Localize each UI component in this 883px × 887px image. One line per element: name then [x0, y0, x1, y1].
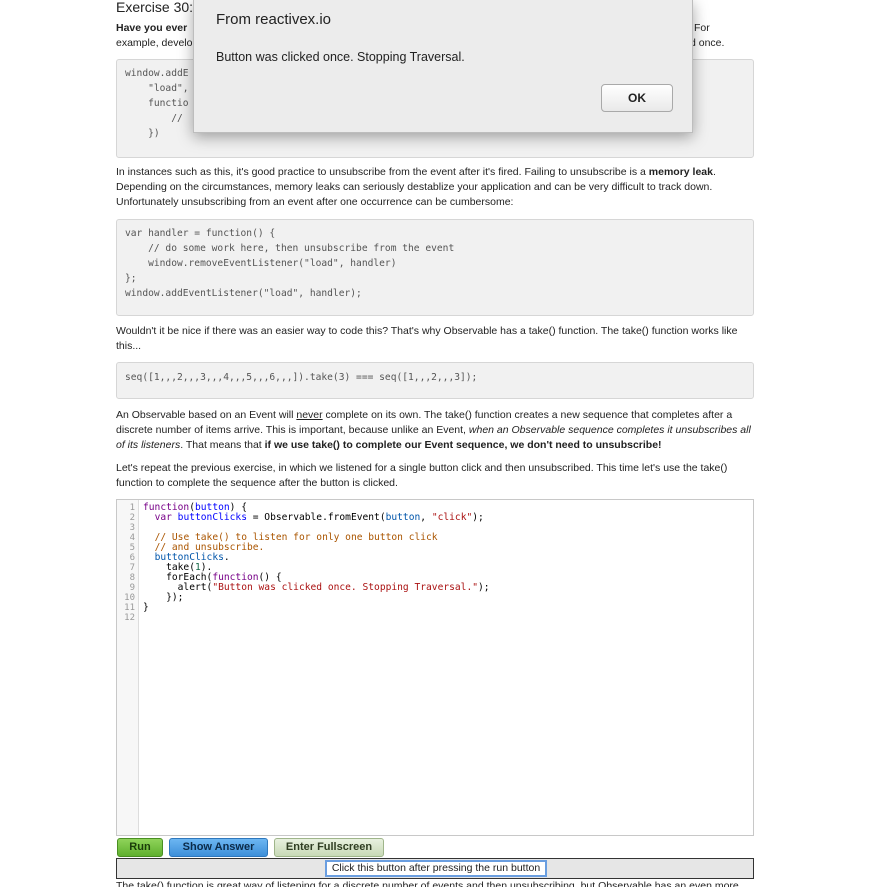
dialog-ok-button[interactable]: OK	[601, 84, 673, 112]
line-number: 11	[124, 603, 135, 613]
intro-bold: Have you ever	[116, 22, 188, 34]
para2-text-1: In instances such as this, it's good pra…	[116, 166, 649, 178]
paragraph-memory-leak: In instances such as this, it's good pra…	[116, 165, 754, 210]
code1-line: "load",	[125, 83, 189, 94]
line-number: 2	[129, 513, 135, 523]
editor-code[interactable]: function(button) { var buttonClicks = Ob…	[143, 503, 490, 613]
intro-right-1: For	[694, 22, 710, 34]
code-block-2: var handler = function() { // do some wo…	[116, 219, 754, 316]
output-area: Click this button after pressing the run…	[116, 858, 754, 879]
code-block-3: seq([1,,,2,,,3,,,4,,,5,,,6,,,]).take(3) …	[116, 362, 754, 399]
enter-fullscreen-button[interactable]: Enter Fullscreen	[274, 838, 384, 857]
dialog-message: Button was clicked once. Stopping Traver…	[216, 50, 465, 64]
para2-bold: memory leak	[648, 166, 713, 178]
line-number: 6	[129, 553, 135, 563]
line-number: 7	[129, 563, 135, 573]
paragraph-take-intro: Wouldn't it be nice if there was an easi…	[116, 325, 738, 352]
line-number: 3	[129, 523, 135, 533]
code1-line: functio	[125, 98, 189, 109]
output-click-button[interactable]: Click this button after pressing the run…	[325, 860, 547, 877]
para4-bold: if we use take() to complete our Event s…	[264, 439, 662, 451]
line-number: 8	[129, 573, 135, 583]
para4-never: never	[296, 409, 323, 421]
intro-left-2: example, develo	[116, 37, 193, 49]
intro-right-2: d once.	[690, 37, 725, 49]
para4-text-1: An Observable based on an Event will	[116, 409, 297, 421]
code1-line: //	[125, 113, 183, 124]
line-number: 12	[124, 613, 135, 623]
para4-text-3: . That means that	[180, 439, 265, 451]
code1-line: window.addE	[125, 68, 189, 79]
paragraph-tail: The take() function is great way of list…	[116, 880, 739, 887]
run-button[interactable]: Run	[117, 838, 163, 857]
exercise-title: Exercise 30:	[116, 0, 194, 15]
line-number: 4	[129, 533, 135, 543]
line-number: 5	[129, 543, 135, 553]
show-answer-button[interactable]: Show Answer	[169, 838, 268, 857]
dialog-title: From reactivex.io	[216, 11, 332, 28]
code-editor[interactable]: 1 2 3 4 5 6 7 8 9 10 11 12 function(butt…	[116, 499, 754, 836]
line-number: 10	[124, 593, 135, 603]
alert-dialog: From reactivex.io Button was clicked onc…	[193, 0, 693, 133]
line-number: 9	[129, 583, 135, 593]
paragraph-repeat-exercise: Let's repeat the previous exercise, in w…	[116, 462, 728, 489]
code1-line: })	[125, 128, 160, 139]
paragraph-observable-event: An Observable based on an Event will nev…	[116, 408, 754, 453]
line-number: 1	[129, 503, 135, 513]
editor-gutter: 1 2 3 4 5 6 7 8 9 10 11 12	[117, 500, 139, 835]
